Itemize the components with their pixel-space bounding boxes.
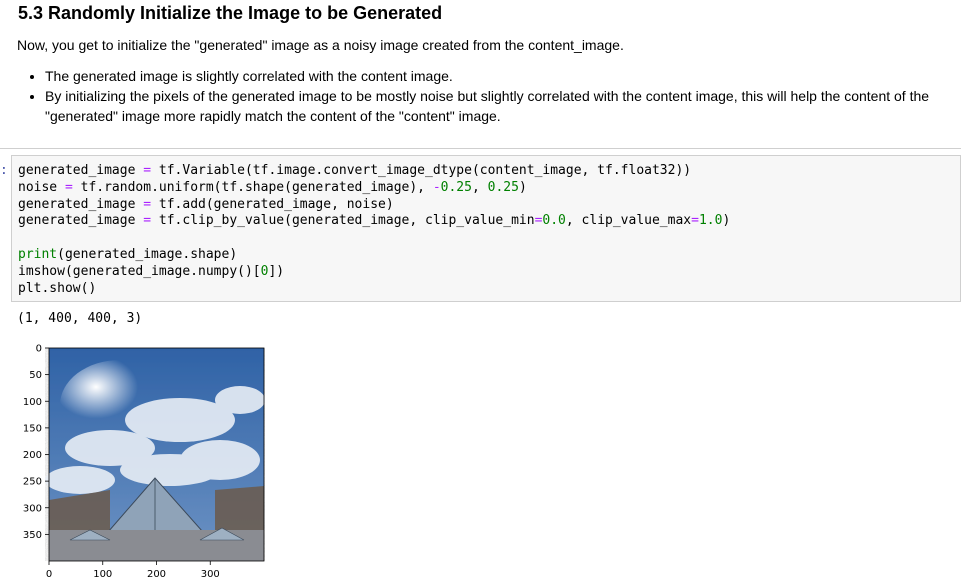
code-line: imshow(generated_image.numpy()[0]): [18, 263, 285, 279]
cell-divider: [0, 148, 961, 149]
bullet-item: The generated image is slightly correlat…: [45, 66, 952, 86]
x-tick-label: 0: [46, 569, 52, 580]
y-tick-label: 350: [23, 530, 42, 541]
code-line: plt.show(): [18, 280, 97, 296]
code-line: generated_image = tf.Variable(tf.image.c…: [18, 163, 692, 178]
y-tick-label: 50: [29, 370, 42, 381]
x-tick-label: 300: [201, 569, 220, 580]
y-tick-label: 150: [23, 423, 42, 434]
bullet-list: The generated image is slightly correlat…: [17, 66, 952, 126]
code-line: generated_image = tf.add(generated_image…: [18, 196, 394, 212]
x-tick-label: 100: [93, 569, 112, 580]
x-tick-label: 200: [147, 569, 166, 580]
code-source[interactable]: generated_image = tf.Variable(tf.image.c…: [12, 156, 960, 297]
y-tick-label: 250: [23, 477, 42, 488]
noisy-louvre-image: [45, 348, 265, 561]
y-tick-label: 100: [23, 397, 42, 408]
section-heading: 5.3 Randomly Initialize the Image to be …: [18, 3, 443, 23]
y-axis: 0 50 100 150 200 250 300 350: [23, 344, 49, 541]
x-axis: 0 100 200 300: [46, 561, 220, 580]
y-tick-label: 0: [36, 344, 42, 355]
y-tick-label: 300: [23, 503, 42, 514]
code-cell-input[interactable]: generated_image = tf.Variable(tf.image.c…: [11, 155, 961, 302]
cell-prompt: :: [0, 163, 8, 178]
code-line: print(generated_image.shape): [18, 246, 238, 262]
plot-svg: 0 50 100 150 200 250 300 350 0 100 200 300: [23, 344, 265, 580]
intro-paragraph: Now, you get to initialize the "generate…: [17, 37, 624, 53]
image-plot: 0 50 100 150 200 250 300 350 0 100 200 300: [0, 340, 300, 586]
bullet-item: By initializing the pixels of the genera…: [45, 86, 952, 126]
code-line: generated_image = tf.clip_by_value(gener…: [18, 213, 731, 229]
y-tick-label: 200: [23, 450, 42, 461]
cell-output-text: (1, 400, 400, 3): [17, 311, 143, 326]
code-line: noise = tf.random.uniform(tf.shape(gener…: [18, 179, 527, 195]
